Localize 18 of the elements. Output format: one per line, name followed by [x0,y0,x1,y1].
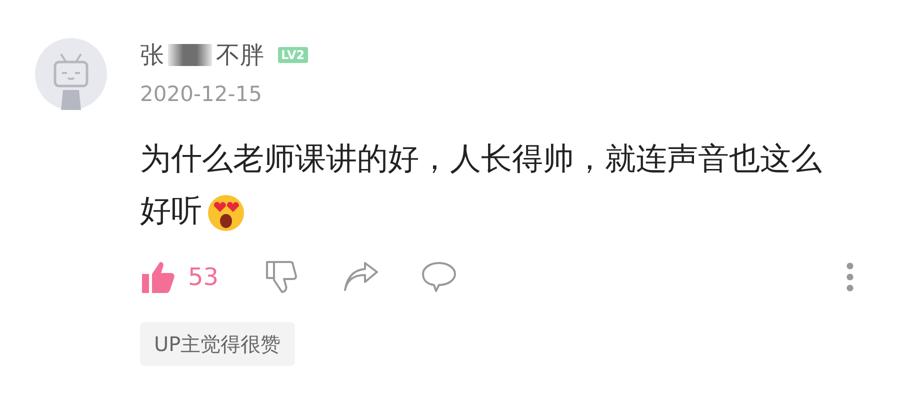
share-arrow-icon [342,262,379,292]
dislike-button[interactable] [264,260,299,294]
thumbs-down-icon [264,260,299,294]
level-badge: LV2 [278,47,308,63]
more-icon [846,262,854,292]
comment-text: 为什么老师课讲的好，人长得帅，就连声音也这么好听 [140,133,840,237]
thumbs-up-icon [140,260,176,294]
comment-date: 2020-12-15 [140,84,264,105]
share-button[interactable] [342,262,379,292]
up-liked-tag: UP主觉得很赞 [140,322,295,366]
redaction-block [168,44,212,66]
heart-eyes-emoji-icon [206,192,246,233]
username[interactable]: 张 [140,43,164,67]
speech-bubble-icon [420,261,457,293]
reply-button[interactable] [420,261,457,293]
username[interactable]: 不胖 [216,43,264,67]
more-button[interactable] [846,262,854,292]
avatar-icon [35,38,107,110]
